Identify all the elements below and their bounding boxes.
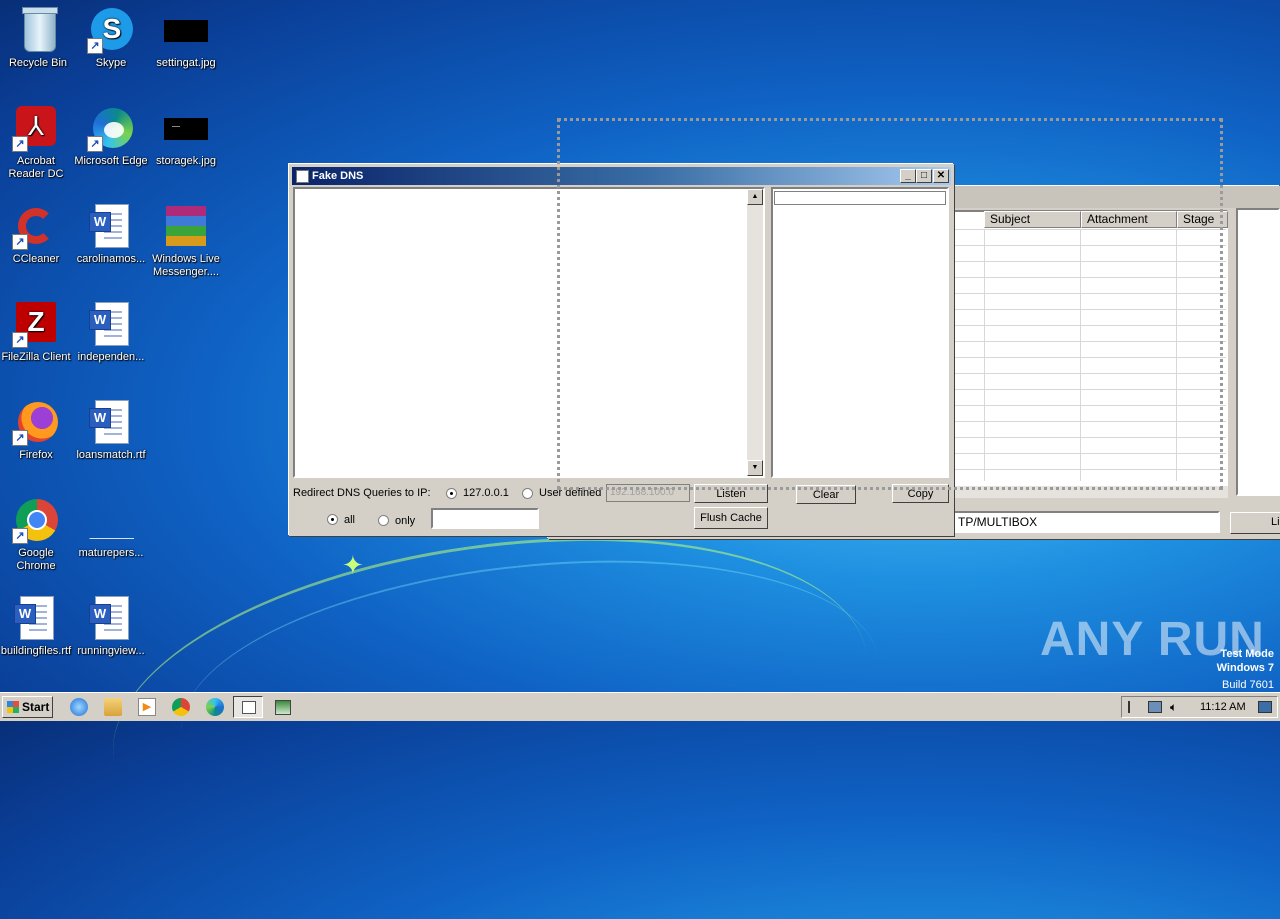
shortcut-arrow-icon: ↗ [87,38,103,54]
window-app-icon [242,701,256,714]
desktop-icon-acrobat[interactable]: ⅄ ↗ Acrobat Reader DC [0,104,74,181]
os-label: Windows 7 [1216,662,1274,674]
desktop-icon-firefox[interactable]: ↗ Firefox [0,398,74,462]
taskbar: Start ▶ 🔈︎ 11:12 AM [0,692,1280,721]
radio-only-label: only [395,515,416,527]
only-filter-input[interactable] [431,508,539,529]
taskbar-fake-dns[interactable] [233,696,263,718]
image-file-icon [164,118,208,140]
shortcut-arrow-icon: ↗ [12,136,28,152]
windows-flag-icon [7,701,19,713]
radio-all-label: all [344,514,356,526]
shortcut-arrow-icon: ↗ [12,234,28,250]
edge-icon[interactable] [206,698,224,716]
desktop-icon-maturepers[interactable]: maturepers... [73,496,149,560]
desktop-icon-messenger[interactable]: Windows Live Messenger.... [148,202,224,279]
radio-only[interactable] [378,515,389,526]
desktop-icon-edge[interactable]: ↗ Microsoft Edge [73,104,149,168]
image-file-icon [164,20,208,42]
system-tray: 🔈︎ 11:12 AM [1121,696,1278,718]
show-desktop-icon[interactable] [1258,701,1272,713]
winrar-icon [166,206,206,246]
wallpaper-spark: ✦ [342,550,364,580]
taskbar-mail-app[interactable] [267,696,297,718]
radio-localhost[interactable] [446,488,457,499]
start-button[interactable]: Start [2,696,53,718]
network-icon[interactable] [1148,701,1162,713]
preview-pane [1236,208,1280,496]
desktop-icon-recycle-bin[interactable]: Recycle Bin [0,6,76,70]
recycle-bin-icon [22,7,58,52]
file-explorer-icon[interactable] [104,698,122,716]
test-mode-label: Test Mode [1220,648,1274,660]
desktop-icon-runningview[interactable]: W runningview... [73,594,149,658]
desktop-icon-settingat[interactable]: settingat.jpg [148,6,224,70]
desktop-icon-chrome[interactable]: ↗ Google Chrome [0,496,74,573]
radio-all[interactable] [327,514,338,525]
desktop-icon-loansmatch[interactable]: W loansmatch.rtf [73,398,149,462]
desktop-icon-filezilla[interactable]: Z ↗ FileZilla Client [0,300,74,364]
shortcut-arrow-icon: ↗ [12,528,28,544]
chrome-icon[interactable] [172,698,190,716]
partial-button[interactable]: Li [1230,512,1280,534]
desktop-icon-ccleaner[interactable]: ↗ CCleaner [0,202,74,266]
build-label: Build 7601 [1222,679,1274,691]
desktop-icon-skype[interactable]: S ↗ Skype [73,6,149,70]
flag-icon[interactable] [1128,701,1144,713]
address-field[interactable]: TP/MULTIBOX [952,511,1220,533]
radio-localhost-label: 127.0.0.1 [463,487,509,499]
redirect-label: Redirect DNS Queries to IP: [293,487,431,499]
desktop-icon-independen[interactable]: W independen... [73,300,149,364]
flush-cache-button[interactable]: Flush Cache [694,507,768,529]
desktop-icon-storagek[interactable]: storagek.jpg [148,104,224,168]
shortcut-arrow-icon: ↗ [12,332,28,348]
app-icon [296,170,309,183]
window-app-icon [275,700,291,715]
clock[interactable]: 11:12 AM [1200,701,1246,713]
radio-user-defined[interactable] [522,488,533,499]
shortcut-arrow-icon: ↗ [12,430,28,446]
volume-icon[interactable]: 🔈︎ [1170,701,1184,713]
shortcut-arrow-icon: ↗ [87,136,103,152]
internet-explorer-icon[interactable] [70,698,88,716]
desktop-icon-carolinamos[interactable]: W carolinamos... [73,202,149,266]
media-player-icon[interactable]: ▶ [138,698,156,716]
blank-file-icon [89,516,134,539]
desktop-icon-buildingfiles[interactable]: W buildingfiles.rtf [0,594,74,658]
selection-rectangle [557,118,1223,490]
